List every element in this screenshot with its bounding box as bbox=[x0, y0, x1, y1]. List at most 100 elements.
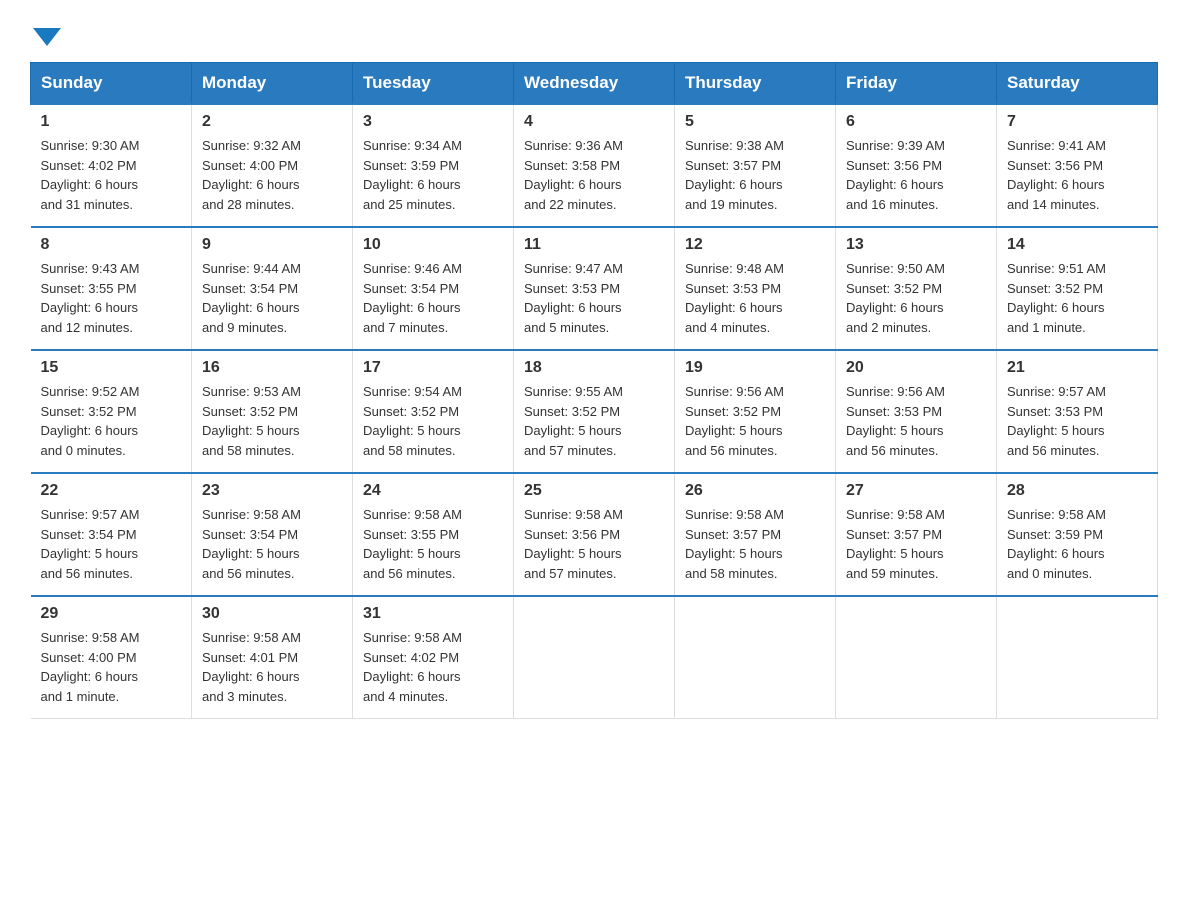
weekday-header-thursday: Thursday bbox=[675, 63, 836, 105]
day-info: Sunrise: 9:58 AMSunset: 3:57 PMDaylight:… bbox=[846, 505, 986, 583]
day-number: 14 bbox=[1007, 236, 1147, 254]
day-number: 15 bbox=[41, 359, 182, 377]
week-row-3: 15 Sunrise: 9:52 AMSunset: 3:52 PMDayligh… bbox=[31, 350, 1158, 473]
day-number: 28 bbox=[1007, 482, 1147, 500]
day-info: Sunrise: 9:36 AMSunset: 3:58 PMDaylight:… bbox=[524, 136, 664, 214]
day-info: Sunrise: 9:34 AMSunset: 3:59 PMDaylight:… bbox=[363, 136, 503, 214]
day-info: Sunrise: 9:53 AMSunset: 3:52 PMDaylight:… bbox=[202, 382, 342, 460]
day-number: 12 bbox=[685, 236, 825, 254]
calendar-cell: 26 Sunrise: 9:58 AMSunset: 3:57 PMDayligh… bbox=[675, 473, 836, 596]
day-info: Sunrise: 9:52 AMSunset: 3:52 PMDaylight:… bbox=[41, 382, 182, 460]
calendar-cell: 21 Sunrise: 9:57 AMSunset: 3:53 PMDayligh… bbox=[997, 350, 1158, 473]
calendar-cell: 9 Sunrise: 9:44 AMSunset: 3:54 PMDaylight… bbox=[192, 227, 353, 350]
calendar-cell: 14Sunrise: 9:51 AMSunset: 3:52 PMDayligh… bbox=[997, 227, 1158, 350]
calendar-cell: 22 Sunrise: 9:57 AMSunset: 3:54 PMDayligh… bbox=[31, 473, 192, 596]
day-number: 23 bbox=[202, 482, 342, 500]
day-info: Sunrise: 9:58 AMSunset: 3:55 PMDaylight:… bbox=[363, 505, 503, 583]
day-number: 10 bbox=[363, 236, 503, 254]
day-info: Sunrise: 9:54 AMSunset: 3:52 PMDaylight:… bbox=[363, 382, 503, 460]
day-number: 1 bbox=[41, 113, 182, 131]
calendar-cell: 6 Sunrise: 9:39 AMSunset: 3:56 PMDaylight… bbox=[836, 104, 997, 227]
week-row-5: 29Sunrise: 9:58 AMSunset: 4:00 PMDayligh… bbox=[31, 596, 1158, 719]
day-info: Sunrise: 9:58 AMSunset: 4:01 PMDaylight:… bbox=[202, 628, 342, 706]
day-info: Sunrise: 9:44 AMSunset: 3:54 PMDaylight:… bbox=[202, 259, 342, 337]
day-number: 30 bbox=[202, 605, 342, 623]
day-info: Sunrise: 9:32 AMSunset: 4:00 PMDaylight:… bbox=[202, 136, 342, 214]
calendar-table: SundayMondayTuesdayWednesdayThursdayFrid… bbox=[30, 62, 1158, 719]
calendar-header-row: SundayMondayTuesdayWednesdayThursdayFrid… bbox=[31, 63, 1158, 105]
calendar-cell: 19 Sunrise: 9:56 AMSunset: 3:52 PMDayligh… bbox=[675, 350, 836, 473]
day-info: Sunrise: 9:38 AMSunset: 3:57 PMDaylight:… bbox=[685, 136, 825, 214]
weekday-header-monday: Monday bbox=[192, 63, 353, 105]
day-number: 8 bbox=[41, 236, 182, 254]
day-number: 22 bbox=[41, 482, 182, 500]
day-info: Sunrise: 9:39 AMSunset: 3:56 PMDaylight:… bbox=[846, 136, 986, 214]
calendar-cell bbox=[514, 596, 675, 719]
week-row-1: 1 Sunrise: 9:30 AMSunset: 4:02 PMDaylight… bbox=[31, 104, 1158, 227]
calendar-cell: 1 Sunrise: 9:30 AMSunset: 4:02 PMDaylight… bbox=[31, 104, 192, 227]
day-number: 25 bbox=[524, 482, 664, 500]
day-number: 5 bbox=[685, 113, 825, 131]
logo-arrow-icon bbox=[33, 28, 61, 46]
day-number: 26 bbox=[685, 482, 825, 500]
calendar-cell: 13 Sunrise: 9:50 AMSunset: 3:52 PMDayligh… bbox=[836, 227, 997, 350]
day-info: Sunrise: 9:46 AMSunset: 3:54 PMDaylight:… bbox=[363, 259, 503, 337]
day-info: Sunrise: 9:47 AMSunset: 3:53 PMDaylight:… bbox=[524, 259, 664, 337]
day-number: 19 bbox=[685, 359, 825, 377]
calendar-cell: 23 Sunrise: 9:58 AMSunset: 3:54 PMDayligh… bbox=[192, 473, 353, 596]
day-info: Sunrise: 9:55 AMSunset: 3:52 PMDaylight:… bbox=[524, 382, 664, 460]
calendar-cell bbox=[836, 596, 997, 719]
day-info: Sunrise: 9:41 AMSunset: 3:56 PMDaylight:… bbox=[1007, 136, 1147, 214]
calendar-cell: 7 Sunrise: 9:41 AMSunset: 3:56 PMDaylight… bbox=[997, 104, 1158, 227]
day-info: Sunrise: 9:57 AMSunset: 3:53 PMDaylight:… bbox=[1007, 382, 1147, 460]
day-number: 29 bbox=[41, 605, 182, 623]
day-info: Sunrise: 9:57 AMSunset: 3:54 PMDaylight:… bbox=[41, 505, 182, 583]
day-number: 4 bbox=[524, 113, 664, 131]
day-info: Sunrise: 9:58 AMSunset: 3:57 PMDaylight:… bbox=[685, 505, 825, 583]
weekday-header-wednesday: Wednesday bbox=[514, 63, 675, 105]
day-info: Sunrise: 9:58 AMSunset: 3:56 PMDaylight:… bbox=[524, 505, 664, 583]
day-number: 24 bbox=[363, 482, 503, 500]
day-info: Sunrise: 9:50 AMSunset: 3:52 PMDaylight:… bbox=[846, 259, 986, 337]
calendar-cell: 2 Sunrise: 9:32 AMSunset: 4:00 PMDaylight… bbox=[192, 104, 353, 227]
day-number: 13 bbox=[846, 236, 986, 254]
weekday-header-friday: Friday bbox=[836, 63, 997, 105]
day-number: 17 bbox=[363, 359, 503, 377]
day-info: Sunrise: 9:58 AMSunset: 3:59 PMDaylight:… bbox=[1007, 505, 1147, 583]
calendar-cell: 17 Sunrise: 9:54 AMSunset: 3:52 PMDayligh… bbox=[353, 350, 514, 473]
calendar-cell: 4 Sunrise: 9:36 AMSunset: 3:58 PMDaylight… bbox=[514, 104, 675, 227]
day-number: 21 bbox=[1007, 359, 1147, 377]
calendar-cell: 18Sunrise: 9:55 AMSunset: 3:52 PMDayligh… bbox=[514, 350, 675, 473]
calendar-cell: 29Sunrise: 9:58 AMSunset: 4:00 PMDayligh… bbox=[31, 596, 192, 719]
day-number: 31 bbox=[363, 605, 503, 623]
calendar-cell: 16Sunrise: 9:53 AMSunset: 3:52 PMDayligh… bbox=[192, 350, 353, 473]
day-info: Sunrise: 9:56 AMSunset: 3:52 PMDaylight:… bbox=[685, 382, 825, 460]
calendar-cell bbox=[997, 596, 1158, 719]
week-row-4: 22 Sunrise: 9:57 AMSunset: 3:54 PMDayligh… bbox=[31, 473, 1158, 596]
day-number: 3 bbox=[363, 113, 503, 131]
calendar-cell: 15 Sunrise: 9:52 AMSunset: 3:52 PMDayligh… bbox=[31, 350, 192, 473]
day-number: 20 bbox=[846, 359, 986, 377]
page-header bbox=[30, 20, 1158, 46]
calendar-cell: 28 Sunrise: 9:58 AMSunset: 3:59 PMDayligh… bbox=[997, 473, 1158, 596]
day-number: 7 bbox=[1007, 113, 1147, 131]
calendar-cell: 20 Sunrise: 9:56 AMSunset: 3:53 PMDayligh… bbox=[836, 350, 997, 473]
calendar-cell: 24 Sunrise: 9:58 AMSunset: 3:55 PMDayligh… bbox=[353, 473, 514, 596]
day-info: Sunrise: 9:56 AMSunset: 3:53 PMDaylight:… bbox=[846, 382, 986, 460]
day-number: 11 bbox=[524, 236, 664, 254]
day-info: Sunrise: 9:58 AMSunset: 3:54 PMDaylight:… bbox=[202, 505, 342, 583]
logo bbox=[30, 20, 61, 46]
calendar-cell: 31 Sunrise: 9:58 AMSunset: 4:02 PMDayligh… bbox=[353, 596, 514, 719]
calendar-cell: 27Sunrise: 9:58 AMSunset: 3:57 PMDayligh… bbox=[836, 473, 997, 596]
day-number: 9 bbox=[202, 236, 342, 254]
day-info: Sunrise: 9:30 AMSunset: 4:02 PMDaylight:… bbox=[41, 136, 182, 214]
day-number: 2 bbox=[202, 113, 342, 131]
day-number: 6 bbox=[846, 113, 986, 131]
day-info: Sunrise: 9:58 AMSunset: 4:02 PMDaylight:… bbox=[363, 628, 503, 706]
calendar-cell: 25 Sunrise: 9:58 AMSunset: 3:56 PMDayligh… bbox=[514, 473, 675, 596]
calendar-cell: 5 Sunrise: 9:38 AMSunset: 3:57 PMDaylight… bbox=[675, 104, 836, 227]
weekday-header-tuesday: Tuesday bbox=[353, 63, 514, 105]
calendar-cell: 11 Sunrise: 9:47 AMSunset: 3:53 PMDayligh… bbox=[514, 227, 675, 350]
calendar-cell: 8Sunrise: 9:43 AMSunset: 3:55 PMDaylight… bbox=[31, 227, 192, 350]
calendar-cell: 12Sunrise: 9:48 AMSunset: 3:53 PMDayligh… bbox=[675, 227, 836, 350]
